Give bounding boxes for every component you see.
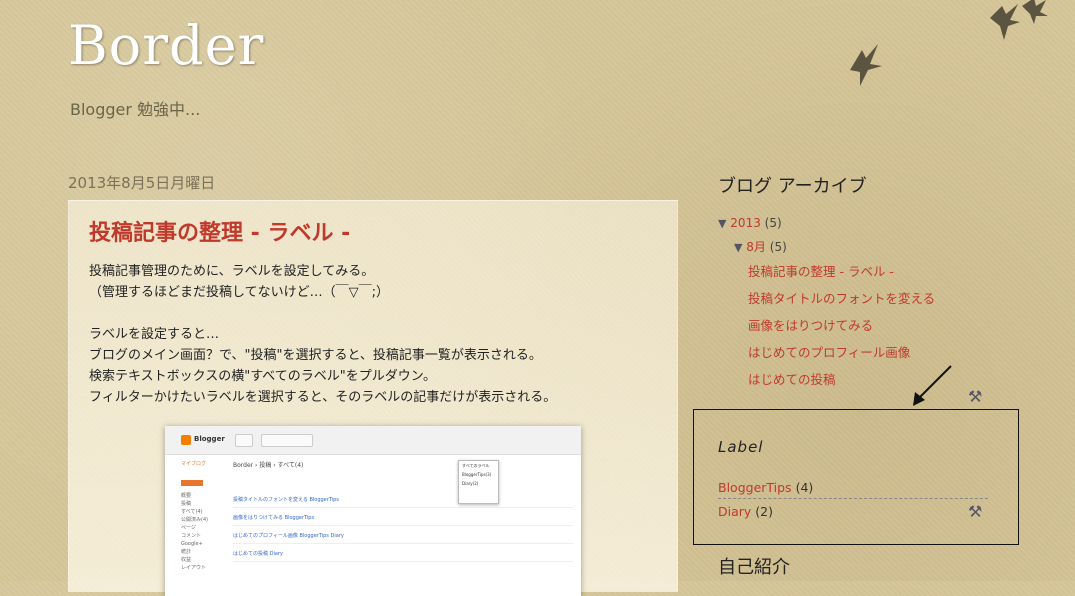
post-date: 2013年8月5日月曜日 <box>68 174 216 192</box>
post-title[interactable]: 投稿記事の整理 - ラベル - <box>89 215 350 247</box>
labels-widget: Label BloggerTips (4) Diary (2) ⚒ <box>693 409 1019 545</box>
screenshot-sidebar-item: 投稿 <box>181 501 192 507</box>
profile-heading: 自己紹介 <box>718 557 790 578</box>
post-line: （管理するほどまだ投稿してないけど…（￣▽￣;） <box>89 285 389 300</box>
label-count: (4) <box>795 480 814 495</box>
collapse-triangle-icon[interactable]: ▼ <box>718 217 726 230</box>
screenshot-sidebar-item: 公開済み(4) <box>181 517 209 523</box>
archive-post-link[interactable]: 投稿記事の整理 - ラベル - <box>748 261 894 280</box>
screenshot-sidebar-item: 概要 <box>181 493 192 499</box>
screenshot-dropdown-option: Diary(2) <box>462 481 479 486</box>
screenshot-sidebar-item: レイアウト <box>181 565 207 571</box>
post-line: 検索テキストボックスの横"すべてのラベル"をプルダウン。 <box>89 369 436 384</box>
post-line: フィルターかけたいラベルを選択すると、そのラベルの記事だけが表示される。 <box>89 390 557 405</box>
post-line: ラベルを設定すると… <box>89 327 220 342</box>
label-divider <box>718 498 988 499</box>
archive-heading: ブログ アーカイブ <box>718 176 867 197</box>
blogger-logo-icon <box>181 435 191 445</box>
archive-post-link[interactable]: はじめての投稿 <box>748 369 836 388</box>
birds-decoration <box>850 0 1048 86</box>
archive-month-link[interactable]: 8月 <box>746 240 766 254</box>
screenshot-blog-button <box>261 434 313 447</box>
archive-year-count: (5) <box>764 216 782 230</box>
screenshot-sidebar-item: コメント <box>181 533 202 539</box>
wrench-screwdriver-icon[interactable]: ⚒ <box>968 387 982 406</box>
post-card: 投稿記事の整理 - ラベル - 投稿記事管理のために、ラベルを設定してみる。 （… <box>68 200 678 596</box>
label-count: (2) <box>755 504 773 519</box>
screenshot-breadcrumb: Border › 投稿 › すべて(4) <box>233 462 304 469</box>
screenshot-post-row: 投稿タイトルのフォントを変える BloggerTips <box>233 494 573 508</box>
screenshot-pencil-icon <box>235 434 253 447</box>
archive-year-link[interactable]: 2013 <box>730 216 761 230</box>
screenshot-post-row: 画像をはりつけてみる BloggerTips <box>233 512 573 526</box>
screenshot-sidebar-item: 収益 <box>181 557 192 563</box>
screenshot-post-row: はじめてのプロフィール画像 BloggerTips Diary <box>233 530 573 544</box>
label-name[interactable]: BloggerTips <box>718 480 792 495</box>
screenshot-sidebar-item: Google+ <box>181 541 203 547</box>
blog-title[interactable]: Border <box>68 14 264 77</box>
screenshot-toolbar: Blogger <box>165 426 581 455</box>
post-screenshot-image[interactable]: Blogger Border › 投稿 › すべて(4) マイブログ 概要 投稿… <box>165 426 581 596</box>
screenshot-label-dropdown: すべてのラベル BloggerTips(3) Diary(2) <box>458 460 499 504</box>
post-body: 投稿記事管理のために、ラベルを設定してみる。 （管理するほどまだ投稿してないけど… <box>89 261 556 408</box>
collapse-triangle-icon[interactable]: ▼ <box>734 241 742 254</box>
screenshot-sidebar-item: 統計 <box>181 549 192 555</box>
screenshot-sidebar: マイブログ 概要 投稿 すべて(4) 公開済み(4) ページ コメント Goog… <box>181 460 231 572</box>
labels-heading: Label <box>718 438 764 456</box>
archive-month-count: (5) <box>769 240 787 254</box>
screenshot-sidebar-item: ページ <box>181 525 196 531</box>
arrow-pointer-icon <box>913 365 952 406</box>
post-line: 投稿記事管理のために、ラベルを設定してみる。 <box>89 264 375 279</box>
screenshot-dropdown-option: すべてのラベル <box>462 463 490 468</box>
archive-month[interactable]: ▼ 8月 (5) <box>734 238 787 255</box>
archive-post-link[interactable]: 投稿タイトルのフォントを変える <box>748 288 935 307</box>
screenshot-dropdown-option: BloggerTips(3) <box>462 472 492 477</box>
screenshot-new-post-button <box>181 480 203 486</box>
screenshot-sidebar-item: すべて(4) <box>181 509 203 515</box>
label-link-diary[interactable]: Diary (2) <box>718 504 773 519</box>
blog-description: Blogger 勉強中... <box>70 100 201 119</box>
label-name[interactable]: Diary <box>718 504 751 519</box>
screenshot-post-row: はじめての投稿 Diary <box>233 548 573 562</box>
wrench-screwdriver-icon[interactable]: ⚒ <box>968 502 982 521</box>
label-link-bloggertips[interactable]: BloggerTips (4) <box>718 480 813 495</box>
post-line: ブログのメイン画面？で、"投稿"を選択すると、投稿記事一覧が表示される。 <box>89 348 542 363</box>
archive-year[interactable]: ▼ 2013 (5) <box>718 216 782 230</box>
screenshot-logo-text: Blogger <box>194 435 225 443</box>
screenshot-sidebar-item: マイブログ <box>181 461 207 467</box>
archive-post-link[interactable]: はじめてのプロフィール画像 <box>748 342 910 361</box>
archive-post-link[interactable]: 画像をはりつけてみる <box>748 315 873 334</box>
